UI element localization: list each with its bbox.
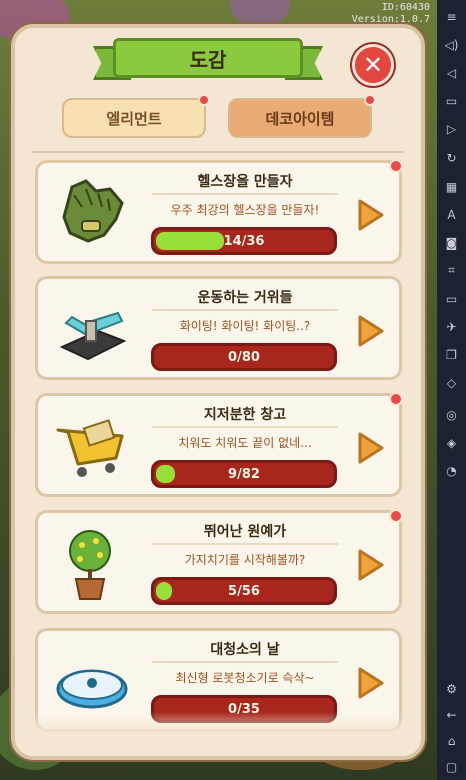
build-info: ID:60430 Version:1.0.7	[352, 2, 430, 26]
collection-card[interactable]: 헬스장을 만들자 우주 최강의 헬스장을 만들자! 14/36	[35, 159, 403, 264]
apk-icon[interactable]: A	[443, 206, 460, 223]
progress-bar: 0/80	[151, 343, 337, 371]
card-separator	[152, 661, 338, 663]
dialog-title: 도감	[189, 47, 227, 72]
progress-text: 0/80	[228, 349, 260, 365]
card-description: 치워도 치워도 끝이 없네...	[178, 436, 312, 450]
chevron-right-icon[interactable]	[356, 197, 386, 233]
tab-label: 엘리먼트	[106, 109, 162, 128]
progress-bar: 14/36	[151, 227, 337, 255]
robot-vacuum-icon	[52, 645, 132, 719]
card-description: 최신형 로봇청소기로 슥삭~	[175, 671, 315, 685]
collection-card[interactable]: 지저분한 창고 치워도 치워도 끝이 없네... 9/82	[35, 392, 403, 497]
close-button[interactable]: ✕	[352, 44, 394, 86]
progress-text: 14/36	[223, 233, 265, 249]
screenshot-icon[interactable]: ◙	[443, 234, 460, 251]
card-separator	[152, 193, 338, 195]
id-label: ID:60430	[381, 2, 430, 13]
progress-bar: 9/82	[151, 460, 337, 488]
card-title: 지저분한 창고	[203, 407, 287, 423]
layers-icon[interactable]: ◈	[443, 434, 460, 451]
list-fade	[15, 712, 421, 756]
emulator-sidebar: ≡ ◁) ◁ ▭ ▷ ↻ ▦ A ◙ ⌗ ▭ ✈ ❐ ◇ ◎ ◈ ◔ ⚙ ← ⌂ ▢	[437, 0, 466, 780]
notice-dot	[389, 392, 403, 406]
card-separator	[152, 309, 338, 311]
recent-apps-icon[interactable]: ▢	[443, 758, 460, 775]
close-icon: ✕	[362, 51, 384, 79]
multi-window-icon[interactable]: ❐	[443, 346, 460, 363]
play-icon[interactable]: ▷	[443, 120, 460, 137]
home-icon[interactable]: ⌂	[443, 732, 460, 749]
speed-icon[interactable]: ◔	[443, 462, 460, 479]
crop-icon[interactable]: ⌗	[443, 262, 460, 279]
card-separator	[152, 543, 338, 545]
divider	[32, 151, 404, 153]
progress-text: 9/82	[228, 466, 260, 482]
menu-icon[interactable]: ≡	[443, 8, 460, 25]
card-description: 화이팅! 화이팅! 화이팅..?	[179, 319, 311, 333]
tab-label: 데코아이템	[265, 109, 335, 128]
bench-press-icon	[52, 293, 132, 367]
chevron-right-icon[interactable]	[356, 665, 386, 701]
card-title: 운동하는 거위들	[197, 290, 293, 306]
tab-deco-items[interactable]: 데코아이템	[228, 94, 376, 138]
volume-down-icon[interactable]: ◁	[443, 64, 460, 81]
card-description: 가지치기를 시작해볼까?	[184, 553, 306, 567]
card-title: 헬스장을 만들자	[197, 174, 293, 190]
eraser-icon[interactable]: ◇	[443, 374, 460, 391]
title-banner: 도감	[93, 34, 323, 84]
location-icon[interactable]: ◎	[443, 406, 460, 423]
shopping-cart-icon	[52, 410, 132, 484]
video-icon[interactable]: ▭	[443, 92, 460, 109]
game-bg-decoration	[230, 0, 290, 26]
tab-element[interactable]: 엘리먼트	[62, 94, 210, 138]
card-separator	[152, 426, 338, 428]
card-title: 뛰어난 원예가	[203, 524, 287, 540]
building-icon[interactable]: ▦	[443, 178, 460, 195]
airplane-icon[interactable]: ✈	[443, 318, 460, 335]
notice-dot	[389, 159, 403, 173]
notice-dot	[389, 509, 403, 523]
chevron-right-icon[interactable]	[356, 313, 386, 349]
refresh-icon[interactable]: ↻	[443, 149, 460, 166]
card-description: 우주 최강의 헬스장을 만들자!	[170, 203, 320, 217]
folder-icon[interactable]: ▭	[443, 290, 460, 307]
banner-main: 도감	[113, 38, 303, 78]
card-title: 대청소의 날	[210, 642, 280, 658]
notice-dot	[364, 94, 376, 106]
collection-card[interactable]: 뛰어난 원예가 가지치기를 시작해볼까? 5/56	[35, 509, 403, 614]
settings-icon[interactable]: ⚙	[443, 680, 460, 697]
back-icon[interactable]: ←	[443, 706, 460, 723]
progress-text: 5/56	[228, 583, 260, 599]
progress-bar: 5/56	[151, 577, 337, 605]
chevron-right-icon[interactable]	[356, 547, 386, 583]
glove-icon	[52, 177, 132, 251]
chevron-right-icon[interactable]	[356, 430, 386, 466]
potted-tree-icon	[52, 527, 132, 601]
volume-up-icon[interactable]: ◁)	[443, 36, 460, 53]
notice-dot	[198, 94, 210, 106]
collection-card[interactable]: 운동하는 거위들 화이팅! 화이팅! 화이팅..? 0/80	[35, 276, 402, 380]
